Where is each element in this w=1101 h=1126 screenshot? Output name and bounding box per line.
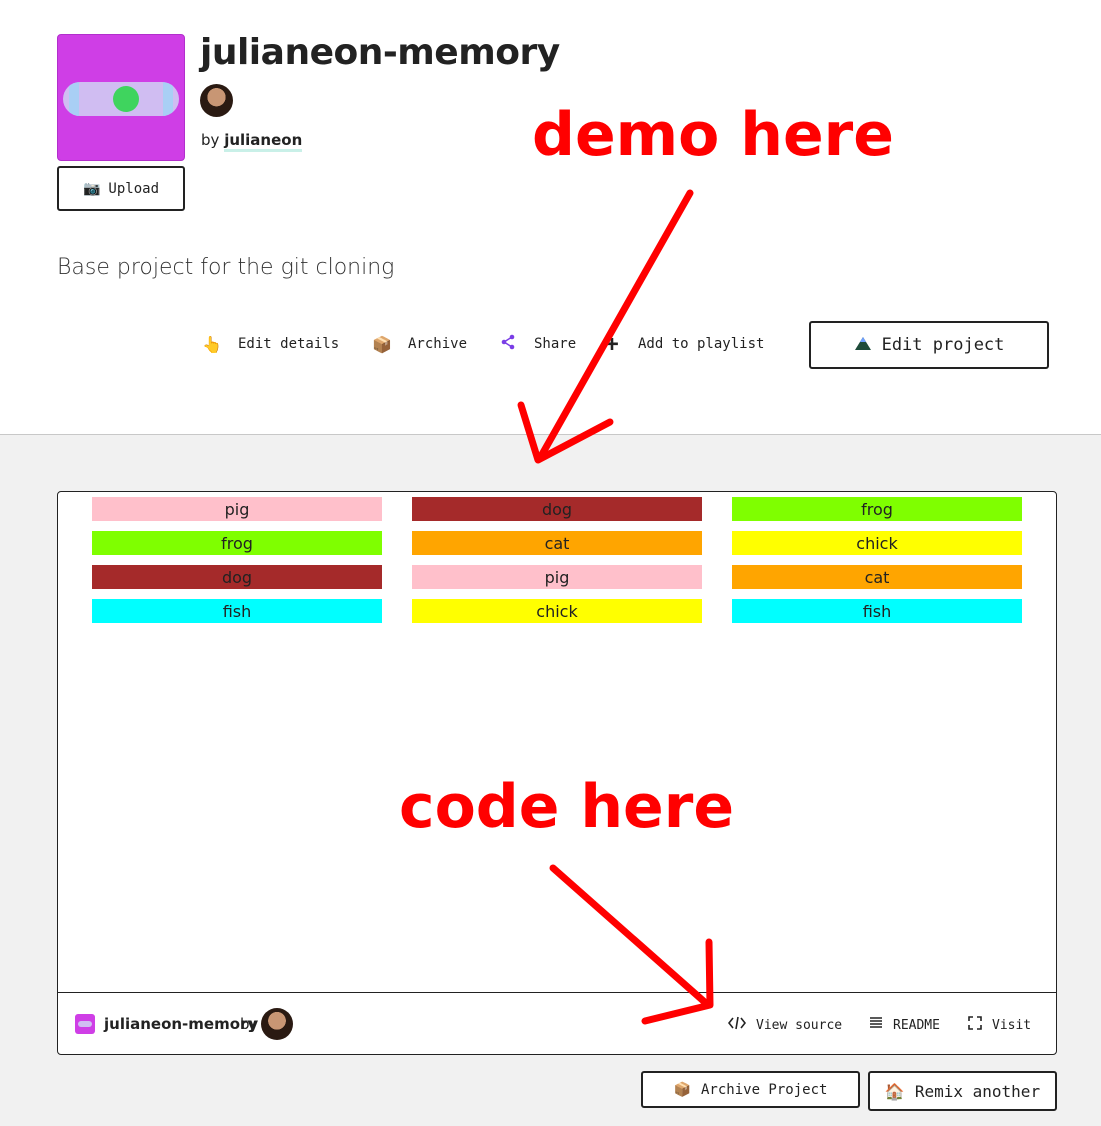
author-link[interactable]: julianeon [224, 131, 303, 152]
share-label: Share [534, 336, 577, 352]
upload-label: Upload [108, 180, 159, 197]
package-icon: 📦 [372, 334, 392, 354]
memory-card[interactable]: frog [92, 531, 382, 555]
memory-card[interactable]: cat [732, 565, 1022, 589]
project-mini-avatar [75, 1014, 95, 1034]
memory-card[interactable]: fish [92, 599, 382, 623]
edit-project-button[interactable]: Edit project [809, 321, 1049, 369]
project-avatar-pill [63, 82, 179, 116]
grid-column: pig frog dog fish [92, 497, 382, 633]
project-actions: 👆 Edit details 📦 Archive Share + Add to … [200, 330, 764, 358]
avatar-dot [113, 86, 139, 112]
share-button[interactable]: Share [496, 330, 600, 358]
visit-button[interactable]: Visit [968, 1016, 1031, 1034]
mountain-icon [854, 335, 872, 356]
package-icon: 📦 [673, 1081, 691, 1098]
page-title: julianeon-memory [200, 32, 560, 73]
view-source-label: View source [756, 1017, 843, 1033]
upload-button[interactable]: 📷 Upload [57, 166, 185, 211]
readme-label: README [893, 1017, 940, 1033]
embed-author-avatar[interactable] [261, 1008, 293, 1040]
demo-preview: pig frog dog fish dog cat pig chick frog chick c… [58, 492, 1056, 993]
archive-project-button[interactable]: 📦 Archive Project [641, 1071, 860, 1108]
memory-card[interactable]: chick [412, 599, 702, 623]
edit-project-label: Edit project [881, 335, 1005, 355]
memory-card[interactable]: dog [412, 497, 702, 521]
archive-label: Archive [408, 336, 468, 352]
memory-card[interactable]: chick [732, 531, 1022, 555]
byline: by julianeon [201, 131, 303, 152]
code-annotation: code here [399, 772, 735, 842]
plus-icon: + [605, 331, 619, 357]
add-to-playlist-button[interactable]: + Add to playlist [600, 330, 764, 358]
house-icon: 🏠 [884, 1081, 905, 1101]
avatar-stripe [163, 82, 173, 116]
memory-card[interactable]: frog [732, 497, 1022, 521]
fullscreen-icon [968, 1016, 982, 1034]
readme-button[interactable]: README [869, 1016, 940, 1034]
grid-column: dog cat pig chick [412, 497, 702, 633]
memory-card[interactable]: fish [732, 599, 1022, 623]
embed-by-label: by [240, 1015, 259, 1033]
remix-another-label: Remix another [914, 1081, 1041, 1101]
archive-button[interactable]: 📦 Archive [370, 330, 496, 358]
embed-footer: julianeon-memory by View source README V… [58, 994, 1056, 1054]
view-source-button[interactable]: View source [727, 1016, 843, 1034]
embed-project-title[interactable]: julianeon-memory [104, 1015, 257, 1033]
remix-another-button[interactable]: 🏠 Remix another [868, 1071, 1057, 1111]
by-label: by [201, 131, 220, 149]
pointing-hand-icon: 👆 [202, 334, 222, 354]
list-icon [869, 1016, 883, 1034]
memory-card[interactable]: dog [92, 565, 382, 589]
edit-details-label: Edit details [238, 336, 340, 352]
author-avatar[interactable] [200, 84, 233, 117]
share-icon [496, 334, 520, 354]
visit-label: Visit [992, 1017, 1032, 1033]
demo-annotation: demo here [532, 100, 894, 170]
add-to-playlist-label: Add to playlist [638, 336, 765, 352]
avatar-stripe [69, 82, 79, 116]
camera-icon: 📷 [82, 180, 101, 197]
edit-details-button[interactable]: 👆 Edit details [200, 330, 370, 358]
memory-card[interactable]: pig [412, 565, 702, 589]
grid-column: frog chick cat fish [732, 497, 1022, 633]
memory-card[interactable]: pig [92, 497, 382, 521]
code-icon [727, 1016, 747, 1034]
memory-card[interactable]: cat [412, 531, 702, 555]
archive-project-label: Archive Project [701, 1081, 828, 1098]
project-avatar [57, 34, 185, 161]
demo-arrow [536, 189, 694, 462]
project-description: Base project for the git cloning [57, 255, 395, 280]
